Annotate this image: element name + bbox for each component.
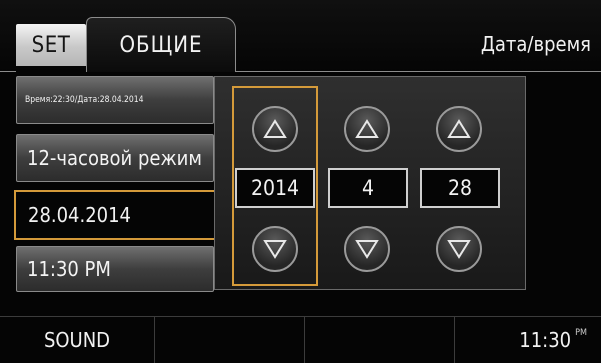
triangle-down-icon — [355, 240, 379, 259]
time-setting-button[interactable]: 11:30 PM — [16, 246, 214, 292]
triangle-up-icon — [447, 119, 471, 138]
hour-mode-label: 12-часовой режим — [27, 146, 202, 170]
triangle-down-icon — [263, 240, 287, 259]
day-down-button[interactable] — [436, 226, 482, 272]
year-up-button[interactable] — [252, 106, 298, 152]
bottom-slot-3[interactable] — [305, 316, 455, 363]
date-setting-button[interactable]: 28.04.2014 — [14, 190, 224, 240]
tab-general[interactable]: ОБЩИЕ — [86, 17, 236, 72]
month-value: 4 — [328, 168, 408, 208]
triangle-up-icon — [355, 119, 379, 138]
day-up-button[interactable] — [436, 106, 482, 152]
sound-label: SOUND — [43, 327, 111, 352]
time-setting-label: 11:30 PM — [27, 257, 111, 281]
bottom-slot-2[interactable] — [155, 316, 305, 363]
page-title: Дата/время — [480, 32, 591, 56]
tab-divider — [236, 71, 601, 72]
clock-time: 11:30 — [519, 328, 572, 352]
hour-mode-button[interactable]: 12-часовой режим — [16, 134, 214, 182]
tab-divider-left — [0, 71, 16, 72]
tab-set[interactable]: SET — [16, 24, 86, 66]
month-down-button[interactable] — [344, 226, 390, 272]
month-up-button[interactable] — [344, 106, 390, 152]
day-value: 28 — [420, 168, 500, 208]
date-setting-label: 28.04.2014 — [28, 203, 131, 227]
clock: 11:30 PM — [519, 318, 587, 362]
sound-button[interactable]: SOUND — [0, 316, 155, 363]
triangle-up-icon — [263, 119, 287, 138]
year-value: 2014 — [235, 168, 315, 208]
triangle-down-icon — [447, 240, 471, 259]
time-date-summary-label: Время:22:30/Дата:28.04.2014 — [25, 95, 144, 105]
year-down-button[interactable] — [252, 226, 298, 272]
time-date-summary-button[interactable]: Время:22:30/Дата:28.04.2014 — [16, 76, 214, 124]
clock-ampm: PM — [575, 328, 587, 338]
